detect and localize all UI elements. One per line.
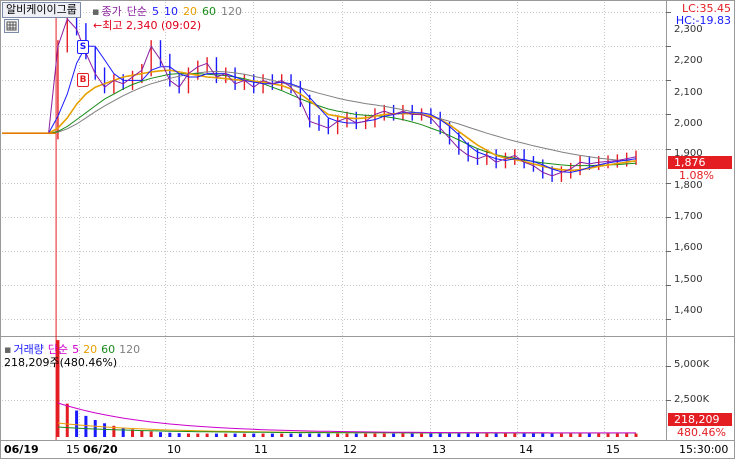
buy-signal-icon[interactable]: B [77,73,89,87]
high-price-label: 최고 2,340 (09:02) [102,19,202,32]
volume-ma5-line [57,402,636,434]
volume-bar [261,433,265,437]
volume-bar [625,433,629,437]
volume-bar [550,433,554,437]
volume-bar [308,433,312,437]
close-line [2,18,637,177]
volume-bar [233,433,237,437]
volume-bar [476,433,479,437]
volume-tick: 2,500K [674,394,710,405]
volume-bar [177,433,181,437]
volume-bar [392,433,396,437]
volume-bar [522,433,526,437]
volume-bar [485,433,489,437]
date-tick: 15 [606,443,620,456]
clock-label: 15:30:00 [679,443,729,456]
price-tick: 1,700 [674,211,703,222]
volume-bar [457,433,461,437]
volume-bar [578,433,582,437]
date-tick: 13 [432,443,446,456]
volume-bar [84,415,88,437]
date-tick: 06/19 [4,443,39,456]
volume-bar [149,431,153,437]
volume-bar [252,433,256,437]
volume-bar [224,433,228,437]
chart-canvas[interactable] [0,0,735,459]
volume-bar [214,433,218,437]
price-tick: 2,200 [674,55,703,66]
volume-bar [270,433,274,437]
ma5-line [2,45,637,173]
volume-bar [513,433,517,437]
volume-bar [420,433,424,437]
price-tick: 1,500 [674,274,703,285]
legend-ma-60[interactable]: 60 [202,5,216,18]
date-tick: 12 [343,443,357,456]
volume-bar [373,433,377,437]
stock-name-tag[interactable]: 알비케이이그룹 [2,2,81,18]
volume-bar [345,433,349,437]
volume-bar [103,423,107,437]
volume-bar [494,433,498,437]
volume-bar [466,433,470,437]
volume-bar [401,433,405,437]
volume-bar [597,433,601,437]
price-change-label: 1.08% [679,169,714,182]
volume-bar [205,433,209,437]
volume-change-label: 480.46% [677,426,726,439]
volume-tick: 5,000K [674,359,710,370]
volume-bar [606,433,610,437]
date-tick: 10 [167,443,181,456]
volume-bar [289,433,293,437]
arrow-left-icon: ← [93,19,103,32]
volume-bar [448,433,452,437]
volume-bar [615,433,619,437]
price-tick: 2,300 [674,24,703,35]
date-tick: 15 [66,443,80,456]
volume-bar [531,433,535,437]
volume-bar [382,433,386,437]
grid-toggle-icon[interactable] [4,19,19,33]
volume-bar [438,433,442,437]
high-price-marker: ←최고 2,340 (09:02) [93,17,201,33]
volume-bar [326,433,330,437]
volume-bar [559,433,563,437]
legend-ma-120[interactable]: 120 [221,5,242,18]
price-tick: 1,400 [674,305,703,316]
volume-bar [336,433,340,437]
volume-bar [317,433,321,437]
price-tick: 1,600 [674,242,703,253]
sell-signal-icon[interactable]: S [77,40,89,54]
volume-bar [298,433,302,437]
volume-bar [541,433,545,437]
volume-bar [410,433,414,437]
date-tick: 11 [254,443,268,456]
date-tick: 06/20 [83,443,118,456]
volume-bar [364,433,368,437]
volume-bar [569,433,573,437]
volume-bar [429,433,433,437]
volume-bar [280,433,284,437]
date-tick: 14 [519,443,533,456]
volume-bar [65,403,69,437]
volume-bar [186,433,190,437]
volume-bar [242,433,246,437]
volume-bar [354,433,358,437]
current-price-tag: 1,876 [668,156,732,169]
price-tick: 2,100 [674,87,703,98]
volume-bar [503,433,507,437]
volume-bar [121,427,125,437]
volume-bar [587,433,591,437]
volume-bar [168,432,172,437]
volume-bar [140,430,144,437]
volume-bar [196,433,200,437]
volume-info: 218,209주(480.46%) [4,356,118,369]
volume-bar [159,432,162,437]
volume-legend-ma-120[interactable]: 120 [119,343,140,356]
current-volume-tag: 218,209 [668,413,732,426]
volume-bar [634,433,638,437]
price-tick: 2,000 [674,118,703,129]
volume-bar [75,410,79,437]
stock-chart[interactable]: 알비케이이그룹 ▪ 종가 단순 5 10 20 60 120 ←최고 2,340 (09:02… [0,0,735,459]
